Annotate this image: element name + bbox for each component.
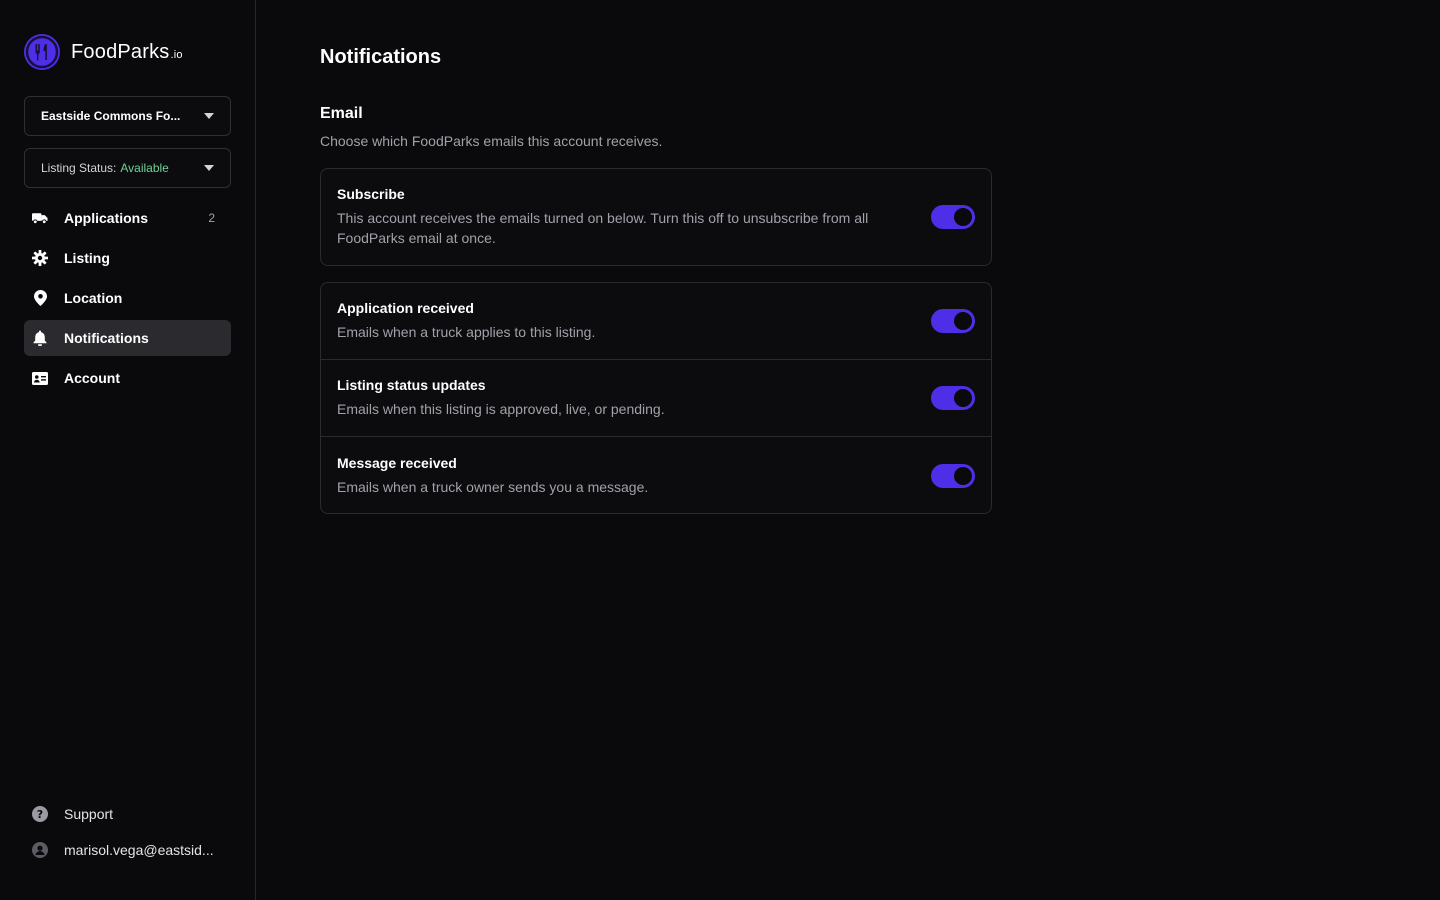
setting-row-listing-status-updates: Listing status updates Emails when this … (321, 360, 991, 437)
toggle-knob (954, 466, 972, 485)
email-section-description: Choose which FoodParks emails this accou… (320, 133, 663, 149)
setting-text: Message received Emails when a truck own… (337, 455, 648, 497)
svg-text:?: ? (37, 808, 43, 821)
sidebar-footer: ? Support marisol.vega@eastsid... (24, 796, 231, 868)
main-content: Notifications Email Choose which FoodPar… (256, 0, 1440, 900)
setting-text: Listing status updates Emails when this … (337, 377, 665, 419)
setting-row-message-received: Message received Emails when a truck own… (321, 437, 991, 514)
sidebar-item-label: Location (64, 290, 123, 306)
listing-status-label: Listing Status: (41, 161, 117, 175)
listing-status-text: Listing Status: Available (41, 161, 169, 175)
id-card-icon (32, 370, 48, 386)
sidebar-nav: Applications 2 Listing Location Notifica… (24, 200, 231, 400)
chevron-down-icon (204, 165, 214, 171)
message-received-toggle[interactable] (931, 463, 975, 488)
listing-status-value: Available (120, 161, 169, 175)
setting-description: Emails when a truck owner sends you a me… (337, 478, 649, 495)
setting-title: Application received (337, 300, 474, 316)
listing-status-select[interactable]: Listing Status: Available (24, 148, 231, 188)
sidebar-item-label: Listing (64, 250, 110, 266)
subscribe-description: This account receives the emails turned … (337, 210, 869, 246)
subscribe-title: Subscribe (337, 186, 405, 202)
setting-title: Message received (337, 454, 457, 471)
map-pin-icon (32, 290, 48, 306)
sidebar-item-account[interactable]: Account (24, 360, 231, 396)
support-link[interactable]: ? Support (24, 796, 231, 832)
user-email: marisol.vega@eastsid... (64, 842, 214, 858)
subscribe-text: Subscribe This account receives the emai… (337, 186, 917, 248)
setting-text: Application received Emails when a truck… (337, 300, 595, 342)
sidebar-item-label: Account (64, 370, 120, 386)
setting-description: Emails when a truck applies to this list… (337, 324, 596, 340)
user-account-menu[interactable]: marisol.vega@eastsid... (24, 832, 231, 868)
toggle-knob (954, 312, 972, 330)
toggle-knob (954, 389, 972, 407)
support-label: Support (64, 806, 114, 822)
sidebar: FoodParks.io Eastside Commons Fo... List… (0, 0, 256, 900)
subscribe-card: Subscribe This account receives the emai… (320, 168, 992, 266)
subscribe-toggle[interactable] (931, 205, 975, 229)
email-settings-card: Application received Emails when a truck… (320, 282, 992, 514)
fork-knife-icon (24, 34, 60, 70)
applications-count-badge: 2 (208, 211, 215, 225)
park-select[interactable]: Eastside Commons Fo... (24, 96, 231, 136)
help-circle-icon: ? (32, 806, 48, 822)
truck-icon (32, 210, 48, 226)
page-title: Notifications (320, 46, 442, 68)
gear-icon (32, 250, 48, 266)
park-select-value: Eastside Commons Fo... (41, 109, 181, 123)
brand-name-text: FoodParks (71, 40, 170, 63)
app: FoodParks.io Eastside Commons Fo... List… (0, 0, 1440, 900)
sidebar-item-applications[interactable]: Applications 2 (24, 200, 231, 236)
sidebar-item-label: Applications (64, 210, 149, 226)
sidebar-item-location[interactable]: Location (24, 280, 231, 316)
bell-icon (32, 330, 48, 346)
brand-logo[interactable]: FoodParks.io (24, 34, 183, 70)
email-section-title: Email (320, 105, 363, 122)
subscribe-row: Subscribe This account receives the emai… (321, 169, 991, 265)
setting-description: Emails when this listing is approved, li… (337, 401, 665, 417)
listing-status-updates-toggle[interactable] (931, 386, 975, 410)
sidebar-item-label: Notifications (64, 330, 149, 346)
application-received-toggle[interactable] (931, 309, 975, 333)
setting-row-application-received: Application received Emails when a truck… (321, 283, 991, 360)
chevron-down-icon (204, 113, 214, 119)
brand-name: FoodParks.io (71, 41, 183, 64)
sidebar-item-notifications[interactable]: Notifications (24, 320, 231, 356)
sidebar-item-listing[interactable]: Listing (24, 240, 231, 276)
setting-title: Listing status updates (337, 377, 486, 393)
user-avatar-icon (32, 842, 48, 858)
toggle-knob (954, 208, 972, 226)
brand-tld: .io (170, 48, 183, 61)
